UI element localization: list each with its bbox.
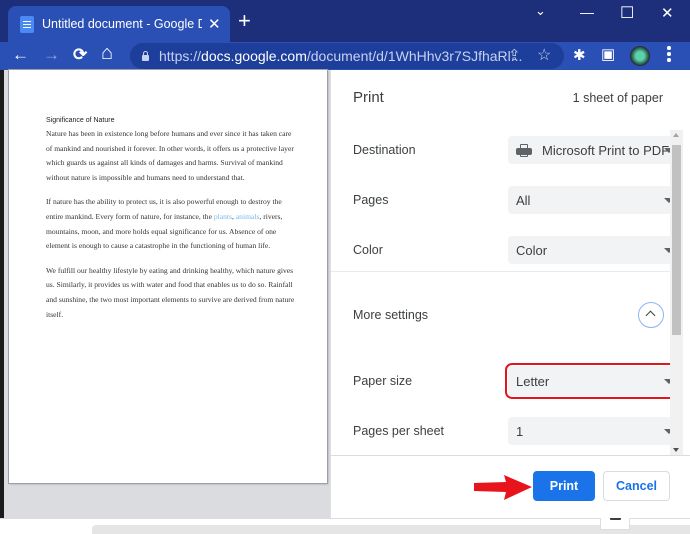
bookmark-star-icon[interactable]: ☆ [537, 45, 551, 65]
paper-size-select[interactable]: Letter [505, 363, 671, 399]
collapse-chevron-icon[interactable] [638, 302, 664, 328]
browser-tab[interactable]: Untitled document - Google Doc ✕ [8, 6, 230, 42]
url-path: /document/d/1WhHhv3r7SJfhaRl... [306, 48, 523, 64]
pages-per-sheet-row: Pages per sheet 1 [353, 417, 671, 445]
print-settings-panel: Print 1 sheet of paper Destination Micro… [330, 70, 690, 518]
more-settings-row[interactable]: More settings [353, 301, 664, 329]
profile-avatar[interactable] [630, 46, 650, 66]
print-button[interactable]: Print [533, 471, 595, 501]
new-tab-button[interactable]: + [238, 10, 251, 32]
panel-footer: Print Cancel [331, 455, 690, 518]
address-bar[interactable]: https://docs.google.com/document/d/1WhHh… [130, 43, 564, 69]
google-docs-icon [20, 15, 34, 33]
print-title: Print [353, 89, 384, 106]
document-body: Significance of Nature Nature has been i… [46, 115, 296, 332]
browser-window: Untitled document - Google Doc ✕ + ⌄ — ☐… [0, 0, 690, 534]
color-value: Color [516, 242, 548, 258]
cancel-button[interactable]: Cancel [603, 471, 670, 501]
printer-icon [516, 143, 532, 157]
pages-row: Pages All [353, 186, 671, 214]
back-button[interactable]: ← [12, 45, 29, 65]
pages-label: Pages [353, 193, 389, 207]
pages-per-sheet-value: 1 [516, 423, 524, 439]
pages-value: All [516, 192, 531, 208]
more-settings-label: More settings [353, 308, 429, 322]
document-title: Significance of Nature [46, 117, 115, 124]
paragraph-2: If nature has the ability to protect us,… [46, 195, 296, 253]
scroll-down-icon[interactable] [673, 448, 679, 452]
pages-per-sheet-select[interactable]: 1 [508, 417, 671, 445]
destination-row: Destination Microsoft Print to PDF [353, 136, 671, 164]
paragraph-1: Nature has been in existence long before… [46, 129, 294, 182]
color-row: Color Color [353, 236, 671, 264]
close-window-button[interactable]: ✕ [661, 4, 674, 22]
tab-search-icon[interactable]: ⌄ [535, 3, 546, 19]
menu-kebab-icon[interactable] [667, 46, 671, 64]
color-label: Color [353, 243, 383, 257]
share-icon[interactable]: ⇪ [508, 46, 521, 64]
lock-icon[interactable] [142, 50, 149, 61]
maximize-button[interactable]: ☐ [620, 3, 634, 23]
link-plants: plants [213, 211, 232, 221]
divider [331, 271, 671, 272]
scroll-up-icon[interactable] [673, 133, 679, 137]
destination-value: Microsoft Print to PDF [542, 142, 670, 158]
title-bar: Untitled document - Google Doc ✕ + ⌄ — ☐… [0, 0, 690, 42]
paper-size-label: Paper size [353, 374, 413, 388]
sheet-count: 1 sheet of paper [572, 91, 663, 105]
browser-toolbar: ← → ⟳ ⌂ https://docs.google.com/document… [0, 42, 690, 70]
side-panel-icon[interactable]: ▣ [601, 45, 615, 63]
scrollbar-thumb[interactable] [672, 145, 681, 335]
panel-header: Print 1 sheet of paper [353, 89, 663, 106]
destination-select[interactable]: Microsoft Print to PDF [508, 136, 671, 164]
url-scheme: https:// [159, 48, 202, 64]
settings-list: Destination Microsoft Print to PDF Pages… [331, 130, 671, 455]
link-animals: animals [235, 211, 260, 221]
settings-scrollbar[interactable] [670, 130, 683, 455]
minimize-button[interactable]: — [580, 4, 594, 20]
pages-select[interactable]: All [508, 186, 671, 214]
red-arrow-annotation [474, 475, 532, 500]
paper-size-value: Letter [516, 373, 550, 389]
url-text: https://docs.google.com/document/d/1WhHh… [159, 48, 522, 64]
paragraph-3: We fulfill our healthy lifestyle by eati… [46, 265, 295, 319]
paper-size-row: Paper size Letter [353, 363, 671, 399]
forward-button[interactable]: → [43, 45, 60, 65]
color-select[interactable]: Color [508, 236, 671, 264]
tab-close-icon[interactable]: ✕ [208, 17, 221, 32]
window-edge [0, 70, 4, 534]
home-button[interactable]: ⌂ [101, 43, 113, 63]
tab-title: Untitled document - Google Doc [42, 17, 202, 31]
preview-page: Significance of Nature Nature has been i… [9, 70, 327, 483]
destination-label: Destination [353, 143, 416, 157]
extensions-icon[interactable]: ✱ [573, 46, 586, 64]
pages-per-sheet-label: Pages per sheet [353, 424, 445, 438]
reload-button[interactable]: ⟳ [73, 45, 87, 65]
url-host: docs.google.com [201, 48, 307, 64]
